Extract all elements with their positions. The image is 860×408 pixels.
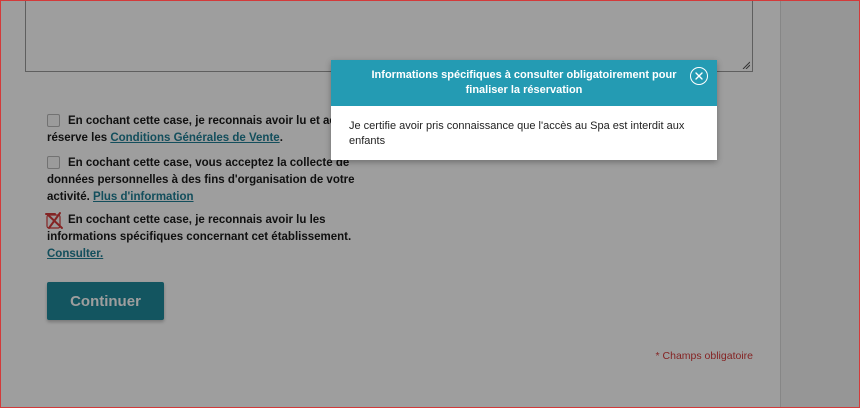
modal-title: Informations spécifiques à consulter obl… <box>371 69 677 96</box>
modal-header: Informations spécifiques à consulter obl… <box>331 60 717 106</box>
modal-body: Je certifie avoir pris connaissance que … <box>349 120 685 147</box>
close-icon[interactable] <box>690 67 708 85</box>
info-modal: Informations spécifiques à consulter obl… <box>331 60 717 160</box>
close-x-icon <box>695 72 703 80</box>
